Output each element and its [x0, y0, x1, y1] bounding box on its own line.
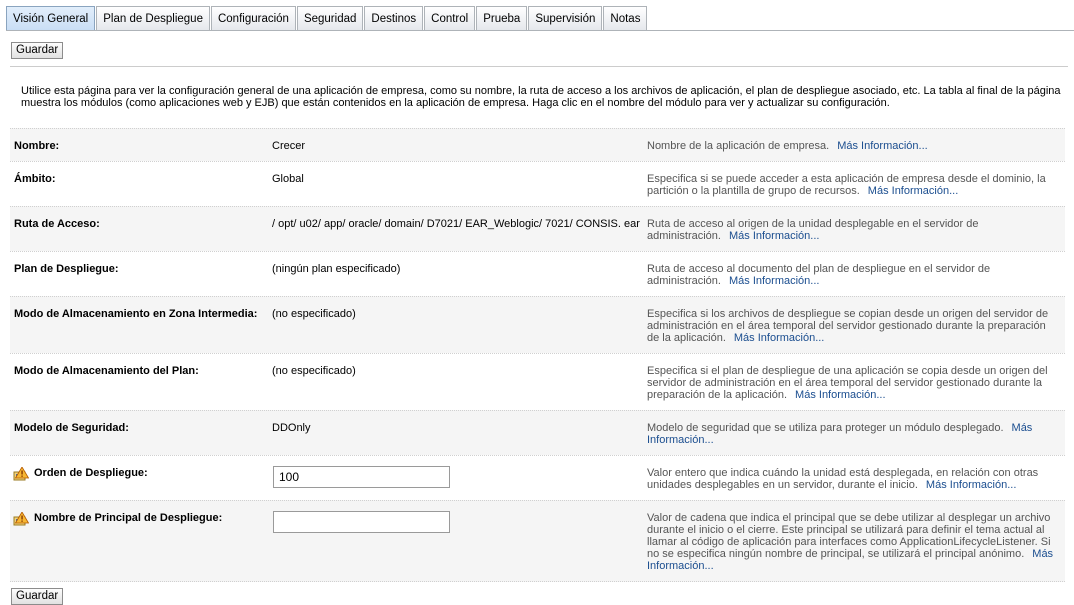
field-value: Global [272, 173, 304, 185]
field-value: DDOnly [272, 422, 311, 434]
field-description: Modelo de seguridad que se utiliza para … [647, 422, 1059, 446]
field-label: Nombre de Principal de Despliegue: [34, 512, 223, 524]
more-info-link[interactable]: Más Información... [729, 230, 819, 242]
tab-seguridad[interactable]: Seguridad [296, 6, 364, 30]
field-value: (no especificado) [272, 365, 356, 377]
more-info-link[interactable]: Más Información... [734, 332, 824, 344]
settings-row-ruta-de-acceso: Ruta de Acceso: / opt/ u02/ app/ oracle/… [10, 206, 1065, 251]
field-value: Crecer [272, 140, 306, 152]
divider [10, 66, 1068, 67]
tab-destinos[interactable]: Destinos [364, 6, 424, 30]
field-description: Especifica si los archivos de despliegue… [647, 308, 1059, 344]
description-text: Valor de cadena que indica el principal … [647, 512, 1051, 560]
tab-bar-divider [6, 30, 1074, 31]
field-description: Ruta de acceso al documento del plan de … [647, 263, 1059, 287]
tab-configuracion[interactable]: Configuración [210, 6, 296, 30]
field-label: Ruta de Acceso: [14, 218, 100, 230]
settings-table: Nombre: Crecer Nombre de la aplicación d… [10, 128, 1065, 582]
more-info-link[interactable]: Más Información... [926, 479, 1016, 491]
field-value: / opt/ u02/ app/ oracle/ domain/ D7021/ … [272, 218, 640, 230]
field-label: Plan de Despliegue: [14, 263, 119, 275]
deployment-principal-name-input[interactable] [273, 511, 450, 533]
field-description: Especifica si se puede acceder a esta ap… [647, 173, 1059, 197]
settings-row-modo-almacenamiento-zona: Modo de Almacenamiento en Zona Intermedi… [10, 296, 1065, 353]
field-description: Valor de cadena que indica el principal … [647, 512, 1059, 572]
field-label: Modelo de Seguridad: [14, 422, 129, 434]
description-text: Nombre de la aplicación de empresa. [647, 140, 830, 152]
description-text: Modelo de seguridad que se utiliza para … [647, 422, 1004, 434]
field-description: Ruta de acceso al origen de la unidad de… [647, 218, 1059, 242]
settings-row-nombre: Nombre: Crecer Nombre de la aplicación d… [10, 128, 1065, 161]
more-info-link[interactable]: Más Información... [837, 140, 927, 152]
tab-prueba[interactable]: Prueba [476, 6, 528, 30]
more-info-link[interactable]: Más Información... [729, 275, 819, 287]
field-description: Valor entero que indica cuándo la unidad… [647, 467, 1059, 491]
deployment-order-input[interactable] [273, 466, 450, 488]
page-intro-text: Utilice esta página para ver la configur… [21, 85, 1061, 109]
field-label: Modo de Almacenamiento en Zona Intermedi… [14, 308, 258, 320]
settings-row-modelo-seguridad: Modelo de Seguridad: DDOnly Modelo de se… [10, 410, 1065, 455]
tab-control[interactable]: Control [424, 6, 476, 30]
field-label: Ámbito: [14, 173, 56, 185]
field-label: Nombre: [14, 140, 60, 152]
config-change-warning-icon [13, 512, 29, 526]
save-button-bottom[interactable]: Guardar [11, 588, 64, 605]
tab-supervision[interactable]: Supervisión [528, 6, 603, 30]
field-label: Orden de Despliegue: [34, 467, 148, 479]
more-info-link[interactable]: Más Información... [868, 185, 958, 197]
field-label: Modo de Almacenamiento del Plan: [14, 365, 199, 377]
tab-notas[interactable]: Notas [603, 6, 648, 30]
config-change-warning-icon [13, 467, 29, 481]
save-button-top[interactable]: Guardar [11, 42, 64, 59]
settings-row-plan-de-despliegue: Plan de Despliegue: (ningún plan especif… [10, 251, 1065, 296]
field-description: Nombre de la aplicación de empresa. Más I… [647, 140, 1059, 152]
settings-row-ambito: Ámbito: Global Especifica si se puede ac… [10, 161, 1065, 206]
field-value: (no especificado) [272, 308, 356, 320]
tab-bar: Visión General Plan de Despliegue Config… [6, 6, 648, 30]
settings-row-orden-despliegue: Orden de Despliegue: Valor entero que in… [10, 455, 1065, 500]
tab-plan-de-despliegue[interactable]: Plan de Despliegue [96, 6, 210, 30]
description-text: Especifica si se puede acceder a esta ap… [647, 173, 1046, 197]
more-info-link[interactable]: Más Información... [795, 389, 885, 401]
description-text: Especifica si los archivos de despliegue… [647, 308, 1049, 344]
settings-row-nombre-principal: Nombre de Principal de Despliegue: Valor… [10, 500, 1065, 582]
field-description: Especifica si el plan de despliegue de u… [647, 365, 1059, 401]
tab-vision-general[interactable]: Visión General [6, 6, 96, 30]
field-value: (ningún plan especificado) [272, 263, 401, 275]
settings-row-modo-almacenamiento-plan: Modo de Almacenamiento del Plan: (no esp… [10, 353, 1065, 410]
